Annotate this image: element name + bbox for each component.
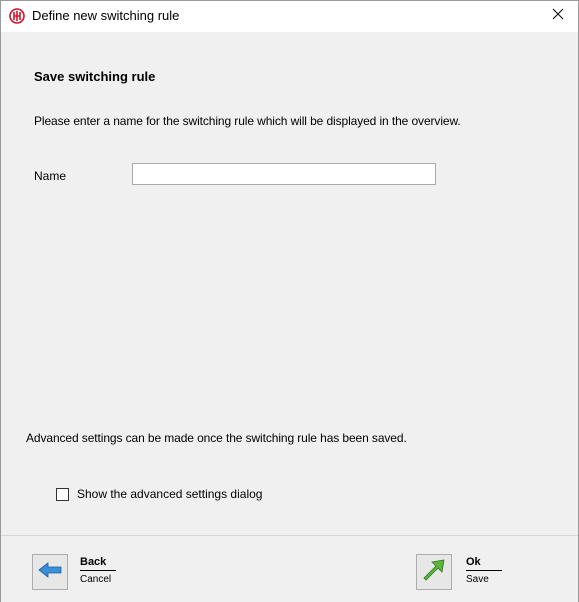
name-label: Name (34, 169, 67, 183)
ok-label[interactable]: Ok (466, 556, 502, 571)
advanced-settings-note: Advanced settings can be made once the s… (26, 431, 407, 445)
ok-button[interactable] (416, 554, 452, 590)
advanced-settings-checkbox[interactable] (56, 487, 69, 501)
name-input[interactable] (132, 163, 436, 185)
back-label[interactable]: Back (80, 556, 116, 571)
advanced-settings-checkbox-label[interactable]: Show the advanced settings dialog (77, 487, 262, 501)
close-button[interactable] (538, 1, 578, 31)
app-logo-icon (9, 8, 25, 24)
save-label[interactable]: Save (466, 574, 502, 585)
close-icon (552, 7, 564, 25)
dialog-window: Define new switching rule Save switching… (0, 0, 579, 602)
arrow-left-icon (38, 561, 62, 584)
cancel-label[interactable]: Cancel (80, 574, 116, 585)
footer-bar: Back Cancel Ok Save (1, 535, 578, 602)
back-cancel-labels[interactable]: Back Cancel (80, 552, 116, 585)
page-title: Save switching rule (34, 69, 156, 84)
intro-text: Please enter a name for the switching ru… (34, 114, 461, 128)
content-panel: Save switching rule Please enter a name … (1, 32, 578, 535)
ok-save-labels[interactable]: Ok Save (466, 552, 502, 585)
window-title: Define new switching rule (32, 8, 180, 23)
advanced-settings-option[interactable]: Show the advanced settings dialog (56, 487, 262, 501)
back-button[interactable] (32, 554, 68, 590)
arrow-up-right-icon (421, 557, 447, 588)
title-bar: Define new switching rule (1, 1, 578, 31)
